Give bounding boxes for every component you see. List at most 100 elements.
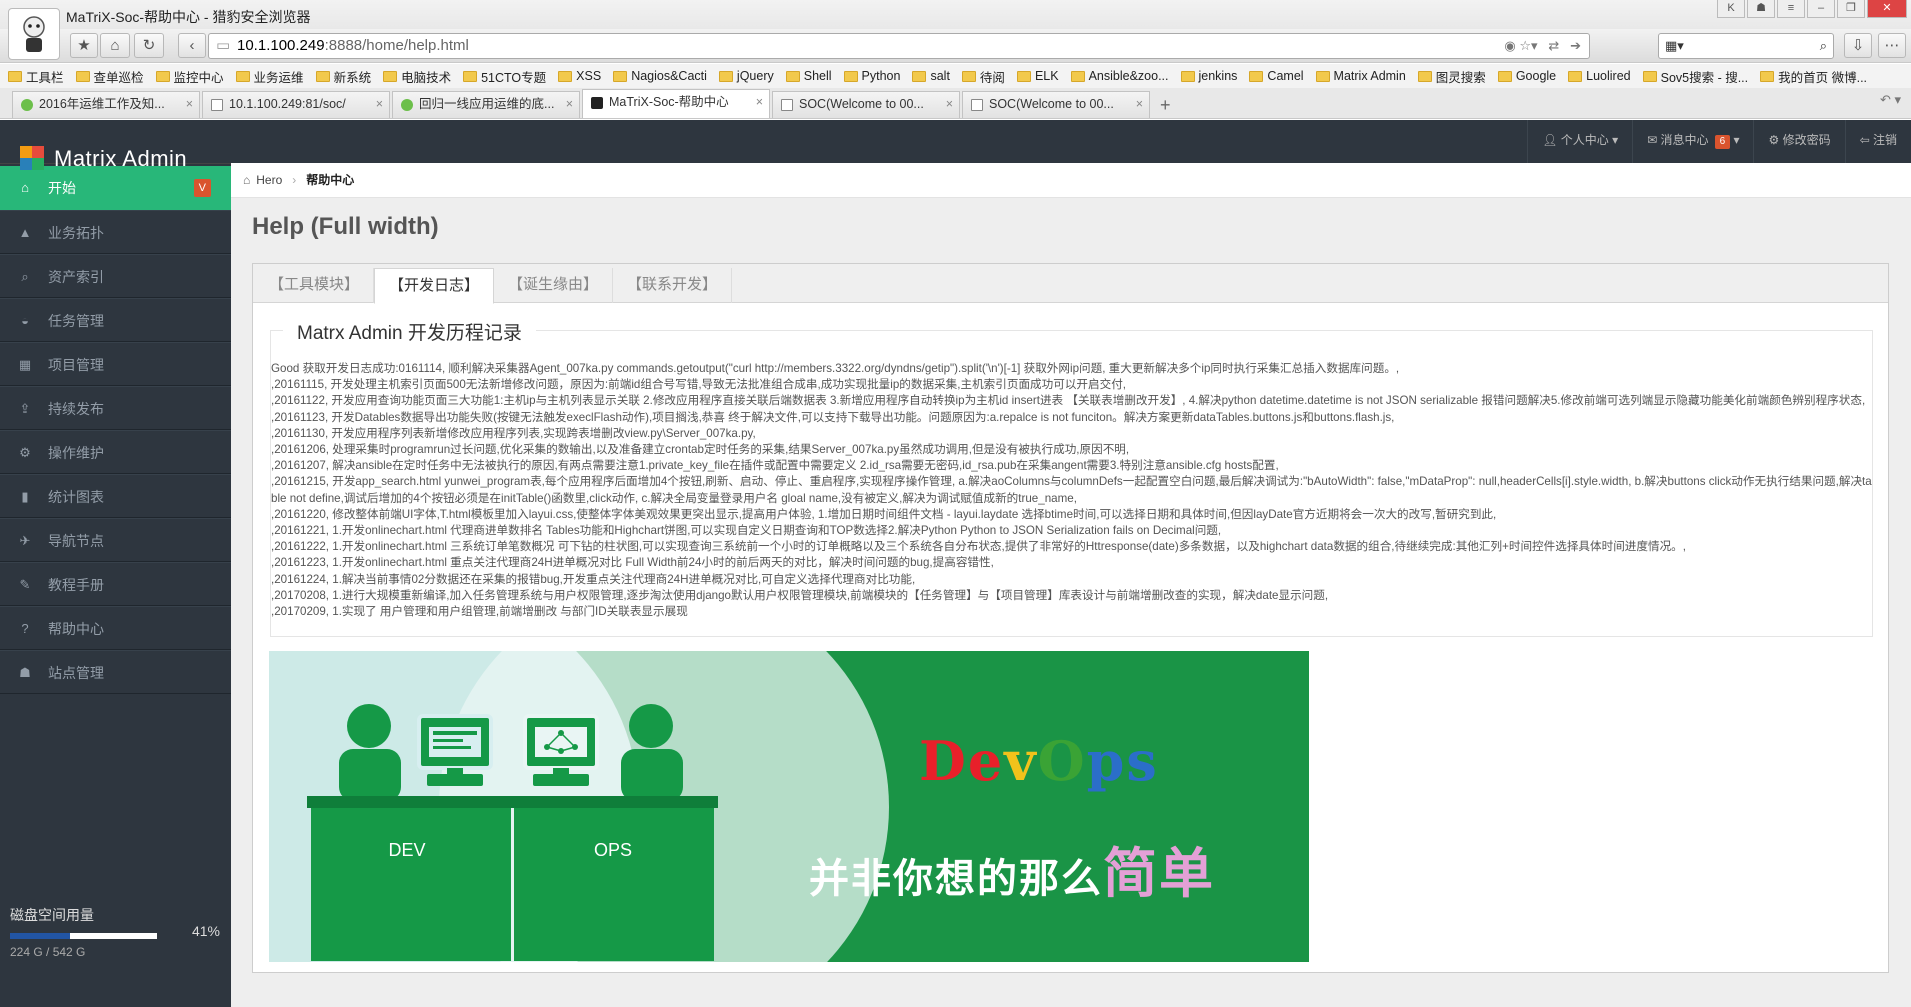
panel-tab[interactable]: 【工具模块】 [255, 268, 375, 303]
address-bar[interactable]: ▭ 10.1.100.249:8888/home/help.html ◉ ☆▾ … [208, 33, 1590, 59]
bookmark-label: 新系统 [333, 70, 372, 85]
close-tab-icon[interactable]: × [186, 92, 193, 117]
bookmark-item[interactable]: 监控中心 [155, 67, 224, 86]
favorite-star-icon[interactable]: ★ [70, 33, 98, 58]
more-icon[interactable]: ⋯ [1878, 33, 1906, 58]
bookmark-item[interactable]: Ansible&zoo... [1070, 69, 1169, 83]
change-password-link[interactable]: ⚙ 修改密码 [1753, 120, 1844, 163]
bookmark-label: Luolired [1586, 69, 1631, 83]
page-title: Help (Full width) [252, 213, 439, 240]
dev-log-line: ,20170208, 1.进行大规模重新编译,加入任务管理系统与用户权限管理,逐… [271, 588, 1329, 602]
bookmark-item[interactable]: 电脑技术 [383, 67, 451, 86]
bookmark-item[interactable]: Luolired [1568, 69, 1631, 83]
bookmark-item[interactable]: 业务运维 [235, 67, 304, 86]
message-center-menu[interactable]: ✉ 消息中心 6 ▾ [1632, 120, 1753, 163]
sidebar-item[interactable]: ◒ 任务管理 [0, 298, 231, 342]
sidebar-item[interactable]: ▲ 业务拓扑 [0, 210, 231, 254]
bookmark-item[interactable]: Camel [1249, 69, 1304, 83]
sidebar-item[interactable]: ☗ 站点管理 [0, 650, 231, 694]
bookmark-item[interactable]: 我的首页 微博... [1760, 67, 1867, 86]
browser-tab[interactable]: 2016年运维工作及知... × [12, 91, 200, 118]
tab-history-icon[interactable]: ↶ ▾ [1880, 92, 1901, 108]
close-tab-icon[interactable]: × [946, 92, 953, 117]
bookmark-label: 电脑技术 [401, 70, 452, 85]
bookmark-item[interactable]: Sov5搜索 - 搜... [1642, 67, 1748, 86]
menu-icon[interactable]: ≡ [1777, 0, 1805, 18]
bookmark-item[interactable]: Shell [785, 69, 832, 83]
close-window-button[interactable]: ✕ [1867, 0, 1907, 18]
back-icon[interactable]: ‹ [178, 33, 206, 58]
personal-center-menu[interactable]: 👤︎ 个人中心 ▾ [1527, 120, 1632, 163]
minimize-button[interactable]: – [1807, 0, 1835, 18]
help-panel: 【工具模块】 【开发日志】 【诞生缘由】 【联系开发】 Matrx Admin 开发历… [252, 263, 1889, 973]
restore-button[interactable]: ❐ [1837, 0, 1865, 18]
folder-icon [718, 70, 733, 82]
close-tab-icon[interactable]: × [756, 90, 763, 115]
download-icon[interactable]: ⇩ [1844, 33, 1872, 58]
bookmark-item[interactable]: ELK [1016, 69, 1059, 83]
sidebar-item[interactable]: ✎ 教程手册 [0, 562, 231, 606]
panel-tab[interactable]: 【开发日志】 [374, 268, 495, 304]
bookmark-item[interactable]: 查单巡检 [75, 67, 144, 86]
sidebar-item[interactable]: ▮ 统计图表 [0, 474, 231, 518]
bookmark-item[interactable]: salt [912, 69, 950, 83]
sidebar-item[interactable]: ⌕ 资产索引 [0, 254, 231, 298]
address-bar-tools-icon[interactable]: ◉ ☆▾ ⇄ ➔ [1504, 34, 1581, 58]
breadcrumb-home[interactable]: Hero [256, 173, 282, 187]
browser-tab[interactable]: 10.1.100.249:81/soc/ × [202, 91, 390, 118]
dev-log-fieldset: Matrx Admin 开发历程记录 Good 获取开发日志成功:0161114… [270, 318, 1873, 637]
sidebar-item[interactable]: ▦ 项目管理 [0, 342, 231, 386]
browser-tab[interactable]: MaTriX-Soc-帮助中心 × [582, 89, 770, 118]
bookmark-item[interactable]: Python [843, 69, 900, 83]
close-tab-icon[interactable]: × [376, 92, 383, 117]
panel-tab[interactable]: 【联系开发】 [613, 268, 733, 303]
sidebar-badge: V [193, 179, 211, 197]
sidebar-item[interactable]: ⌂ 开始 V [0, 166, 231, 210]
browser-tab[interactable]: SOC(Welcome to 00... × [962, 91, 1150, 118]
bookmark-item[interactable]: jenkins [1180, 69, 1237, 83]
folder-icon [155, 70, 170, 82]
folder-icon [1180, 70, 1195, 82]
dev-log-line: ,20161221, 1.开发onlinechart.html 代理商进单数排名… [271, 524, 1222, 538]
sidebar-item[interactable]: ✈ 导航节点 [0, 518, 231, 562]
disk-usage-title: 磁盘空间用量 [10, 907, 94, 923]
sidebar-item[interactable]: ⇪ 持续发布 [0, 386, 231, 430]
bookmark-item[interactable]: Nagios&Cacti [613, 69, 707, 83]
skin-icon[interactable]: ☗ [1747, 0, 1775, 18]
close-tab-icon[interactable]: × [566, 92, 573, 117]
logout-link[interactable]: ⇦ 注销 [1844, 120, 1911, 163]
help-icon[interactable]: K [1717, 0, 1745, 18]
browser-avatar[interactable] [8, 8, 60, 60]
bookmark-item[interactable]: jQuery [718, 69, 774, 83]
close-tab-icon[interactable]: × [1136, 92, 1143, 117]
sidebar-item-label: 教程手册 [48, 577, 104, 593]
site-logo-icon [591, 97, 603, 109]
folder-icon [75, 70, 90, 82]
sidebar-item-label: 开始 [48, 180, 76, 196]
page-icon [211, 99, 223, 111]
browser-tab[interactable]: 回归一线应用运维的底... × [392, 91, 580, 118]
panel-tab[interactable]: 【诞生缘由】 [494, 268, 614, 303]
search-engine-icon[interactable]: ▦▾ [1665, 38, 1684, 53]
bookmark-item[interactable]: 工具栏 [8, 67, 64, 86]
bookmark-item[interactable]: 图灵搜索 [1417, 67, 1486, 86]
new-tab-button[interactable]: + [1160, 92, 1171, 118]
app-brand[interactable]: Matrix Admin [20, 146, 187, 172]
bookmark-item[interactable]: XSS [558, 69, 601, 83]
refresh-icon[interactable]: ↻ [134, 33, 164, 58]
sidebar-item[interactable]: ? 帮助中心 [0, 606, 231, 650]
menu-item-icon: ⇪ [19, 401, 31, 416]
sidebar-item[interactable]: ⚙ 操作维护 [0, 430, 231, 474]
folder-icon [1070, 70, 1085, 82]
browser-tab[interactable]: SOC(Welcome to 00... × [772, 91, 960, 118]
search-input[interactable]: ▦▾ ⌕ [1658, 33, 1834, 59]
home-icon[interactable]: ⌂ [100, 33, 130, 58]
bookmark-item[interactable]: 待阅 [961, 67, 1005, 86]
bookmark-item[interactable]: 新系统 [315, 67, 372, 86]
bookmark-item[interactable]: Matrix Admin [1315, 69, 1406, 83]
bookmark-item[interactable]: Google [1497, 69, 1556, 83]
search-icon[interactable]: ⌕ [1820, 34, 1827, 58]
bookmark-item[interactable]: 51CTO专题 [463, 67, 546, 86]
folder-icon [1249, 70, 1264, 82]
sidebar-item-label: 任务管理 [48, 313, 104, 329]
